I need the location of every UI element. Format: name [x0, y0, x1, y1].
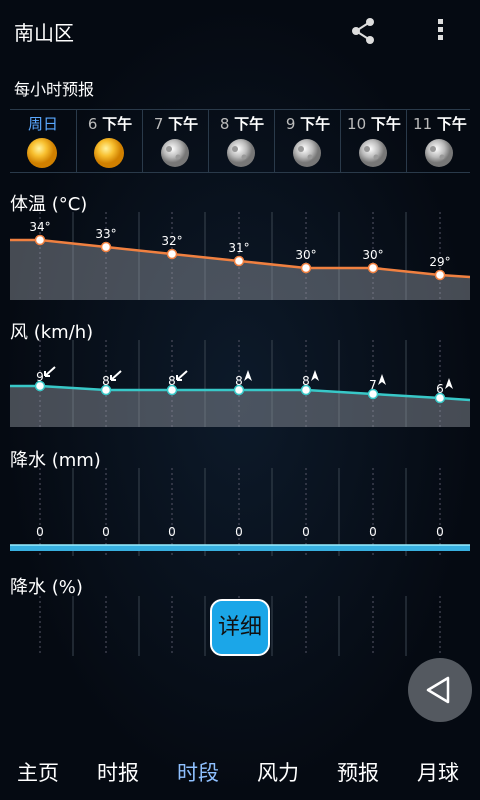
- data-point: [166, 248, 178, 260]
- data-label: 8: [302, 374, 310, 388]
- temp-chart-svg: 34° 33° 32° 31° 30° 30° 29°: [10, 212, 470, 300]
- data-label: 0: [102, 525, 110, 539]
- location-title: 南山区: [14, 21, 74, 45]
- hour-label: 周日: [27, 115, 58, 133]
- data-label: 33°: [95, 227, 116, 241]
- data-label: 8: [102, 374, 110, 388]
- hour-column[interactable]: 周日: [10, 110, 76, 172]
- sun-icon: [94, 138, 124, 168]
- hour-label: 7 下午: [153, 115, 199, 133]
- bottom-nav: 主页 时报 时段 风力 预报 月球: [0, 744, 480, 800]
- hour-column[interactable]: 10 下午: [340, 110, 406, 172]
- hour-column[interactable]: 8 下午: [208, 110, 274, 172]
- data-label: 0: [168, 525, 176, 539]
- back-triangle-icon: [426, 676, 450, 704]
- top-bar: 南山区: [0, 0, 480, 62]
- data-label: 0: [302, 525, 310, 539]
- data-label: 30°: [295, 248, 316, 262]
- hourly-header: 周日 6 下午 7 下午 8 下午 9 下午 10 下午 11 下午: [10, 109, 470, 173]
- back-button[interactable]: [408, 658, 472, 722]
- data-label: 8: [168, 374, 176, 388]
- wind-direction-arrow: [176, 370, 188, 381]
- moon-icon: [293, 139, 321, 167]
- moon-icon: [425, 139, 453, 167]
- wind-direction-arrow: [44, 366, 56, 377]
- wind-direction-arrow: [311, 370, 319, 381]
- nav-home[interactable]: 主页: [17, 757, 59, 787]
- moon-icon: [359, 139, 387, 167]
- data-label: 0: [36, 525, 44, 539]
- wind-direction-arrow: [445, 378, 453, 389]
- nav-moon[interactable]: 月球: [417, 757, 459, 787]
- data-label: 31°: [228, 241, 249, 255]
- wind-direction-arrow: [378, 374, 386, 385]
- data-point: [34, 234, 46, 246]
- data-point: [100, 241, 112, 253]
- data-label: 7: [369, 378, 377, 392]
- hour-column[interactable]: 9 下午: [274, 110, 340, 172]
- wind-direction-arrow: [110, 370, 122, 381]
- moon-icon: [227, 139, 255, 167]
- data-point: [434, 269, 446, 281]
- data-point: [233, 255, 245, 267]
- precip-mm-chart-svg: 0 0 0 0 0 0 0: [10, 468, 470, 556]
- data-point: [300, 262, 312, 274]
- detail-button[interactable]: 详细: [210, 599, 270, 656]
- data-label: 8: [235, 374, 243, 388]
- hourly-heading: 每小时预报: [14, 80, 95, 99]
- hour-label: 8 下午: [219, 115, 265, 133]
- hour-column[interactable]: 7 下午: [142, 110, 208, 172]
- nav-wind[interactable]: 风力: [257, 757, 299, 787]
- wind-chart-svg: 9 8 8 8 8 7 6: [10, 340, 470, 427]
- share-icon[interactable]: [348, 16, 378, 46]
- data-label: 29°: [429, 255, 450, 269]
- sun-icon: [27, 138, 57, 168]
- hour-label: 11 下午: [413, 115, 467, 133]
- data-label: 32°: [161, 234, 182, 248]
- temp-chart: 34° 33° 32° 31° 30° 30° 29°: [10, 212, 470, 300]
- nav-forecast[interactable]: 预报: [337, 757, 379, 787]
- hour-column[interactable]: 6 下午: [76, 110, 142, 172]
- precip-mm-chart: 0 0 0 0 0 0 0: [10, 468, 470, 556]
- data-label: 6: [436, 382, 444, 396]
- hour-label: 10 下午: [347, 115, 401, 133]
- data-label: 0: [436, 525, 444, 539]
- data-point: [367, 262, 379, 274]
- data-label: 34°: [29, 220, 50, 234]
- data-label: 0: [369, 525, 377, 539]
- hour-column[interactable]: 11 下午: [406, 110, 472, 172]
- nav-time-period[interactable]: 时段: [177, 757, 219, 787]
- moon-icon: [161, 139, 189, 167]
- wind-direction-arrow: [244, 370, 252, 381]
- nav-hourly-report[interactable]: 时报: [97, 757, 139, 787]
- data-label: 0: [235, 525, 243, 539]
- wind-chart: 9 8 8 8 8 7 6: [10, 340, 470, 427]
- data-label: 30°: [362, 248, 383, 262]
- series-area: [10, 545, 470, 551]
- hour-label: 6 下午: [87, 115, 133, 133]
- more-vert-icon[interactable]: [430, 16, 450, 46]
- data-label: 9: [36, 370, 44, 384]
- hour-label: 9 下午: [285, 115, 331, 133]
